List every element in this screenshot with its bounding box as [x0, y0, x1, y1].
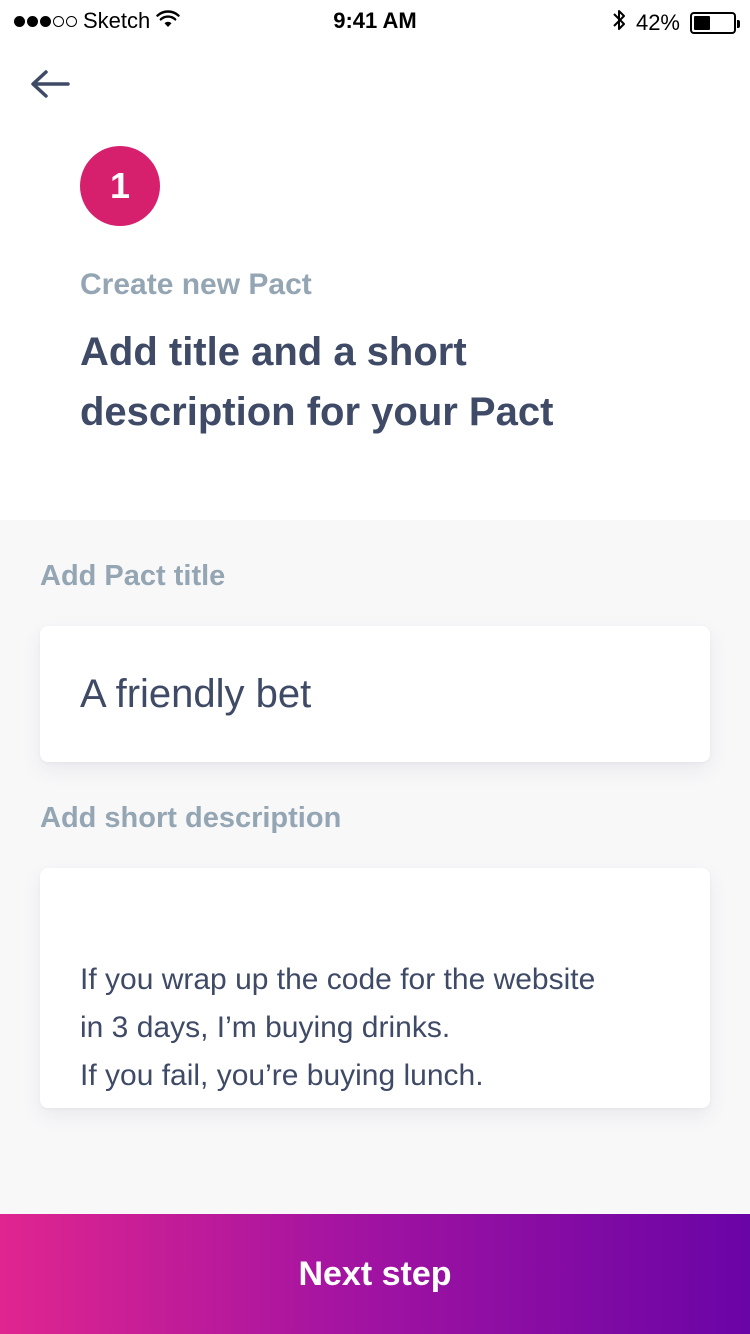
- battery-percent: 42%: [635, 10, 680, 35]
- battery-level-fill: [694, 16, 710, 30]
- status-right: 42%: [612, 8, 740, 38]
- pact-title-value: A friendly bet: [80, 671, 312, 716]
- bluetooth-icon: [612, 8, 626, 38]
- page-subtitle: Create new Pact: [80, 268, 312, 301]
- screen: Sketch 9:41 AM 42% 1 Create new Pact Add…: [0, 0, 750, 1334]
- next-step-button[interactable]: Next step: [0, 1214, 750, 1334]
- description-textarea[interactable]: If you wrap up the code for the website …: [40, 868, 710, 1108]
- back-button[interactable]: [28, 64, 72, 104]
- status-bar: Sketch 9:41 AM 42%: [0, 0, 750, 40]
- description-value: If you wrap up the code for the website …: [80, 963, 596, 1092]
- description-label: Add short description: [40, 802, 342, 834]
- page-title: Add title and a short description for yo…: [80, 330, 554, 434]
- next-step-label: Next step: [298, 1254, 452, 1293]
- battery-icon: [690, 12, 740, 34]
- arrow-left-icon: [31, 70, 70, 98]
- form-area: Add Pact title A friendly bet Add short …: [0, 520, 750, 1220]
- pact-title-label: Add Pact title: [40, 560, 226, 592]
- step-number-badge: 1: [80, 146, 160, 226]
- pact-title-input[interactable]: A friendly bet: [40, 626, 710, 762]
